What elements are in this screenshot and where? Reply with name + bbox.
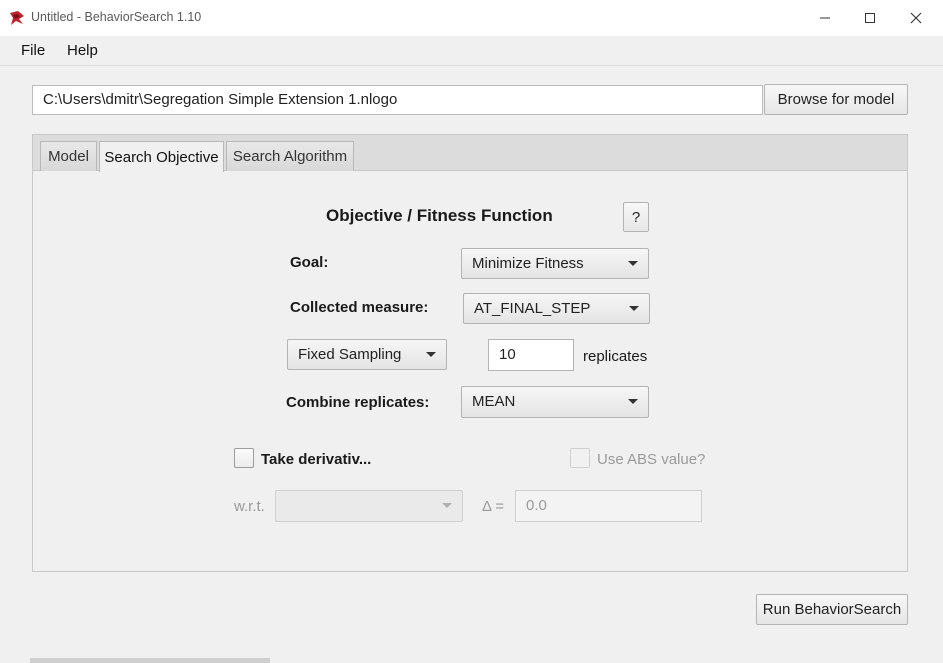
combine-replicates-label: Combine replicates: — [286, 394, 430, 411]
tab-panel — [32, 134, 908, 572]
tab-search-algorithm[interactable]: Search Algorithm — [226, 141, 354, 171]
replicates-label: replicates — [583, 348, 648, 365]
combine-replicates-value: MEAN — [472, 393, 516, 410]
replicates-input[interactable]: 10 — [488, 339, 574, 371]
model-path-field[interactable]: C:\Users\dmitr\Segregation Simple Extens… — [32, 85, 763, 115]
collected-measure-value: AT_FINAL_STEP — [474, 300, 591, 317]
combine-replicates-select[interactable]: MEAN — [461, 386, 649, 418]
menu-file[interactable]: File — [21, 42, 45, 59]
tab-model[interactable]: Model — [40, 141, 97, 171]
close-button[interactable] — [893, 4, 939, 32]
collected-measure-label: Collected measure: — [290, 299, 429, 316]
chevron-down-icon — [442, 503, 452, 508]
run-behaviorsearch-button[interactable]: Run BehaviorSearch — [756, 594, 908, 625]
maximize-button[interactable] — [847, 4, 893, 32]
menu-help[interactable]: Help — [67, 42, 98, 59]
chevron-down-icon — [628, 399, 638, 404]
chevron-down-icon — [426, 352, 436, 357]
minimize-icon — [820, 17, 830, 19]
scrollbar[interactable] — [30, 658, 270, 663]
objective-heading: Objective / Fitness Function — [326, 206, 553, 225]
use-abs-label: Use ABS value? — [597, 451, 706, 468]
use-abs-checkbox[interactable] — [570, 448, 590, 468]
minimize-button[interactable] — [802, 4, 848, 32]
menu-bar — [0, 36, 943, 66]
goal-select[interactable]: Minimize Fitness — [461, 248, 649, 279]
delta-input[interactable]: 0.0 — [515, 490, 702, 522]
tab-search-objective[interactable]: Search Objective — [99, 141, 224, 172]
close-icon — [910, 12, 922, 24]
goal-select-value: Minimize Fitness — [472, 255, 584, 272]
maximize-icon — [865, 13, 875, 23]
take-derivative-label: Take derivativ... — [261, 451, 372, 468]
wrt-select[interactable] — [275, 490, 463, 522]
browse-model-button[interactable]: Browse for model — [764, 84, 908, 115]
help-button[interactable]: ? — [623, 202, 649, 232]
wrt-label: w.r.t. — [234, 498, 265, 515]
take-derivative-checkbox[interactable] — [234, 448, 254, 468]
sampling-select-value: Fixed Sampling — [298, 346, 402, 363]
goal-label: Goal: — [290, 254, 329, 271]
collected-measure-select[interactable]: AT_FINAL_STEP — [463, 293, 650, 324]
chevron-down-icon — [628, 261, 638, 266]
app-logo-icon — [10, 11, 24, 25]
delta-label: Δ = — [482, 498, 505, 515]
chevron-down-icon — [629, 306, 639, 311]
window-title: Untitled - BehaviorSearch 1.10 — [31, 10, 202, 24]
sampling-select[interactable]: Fixed Sampling — [287, 339, 447, 370]
